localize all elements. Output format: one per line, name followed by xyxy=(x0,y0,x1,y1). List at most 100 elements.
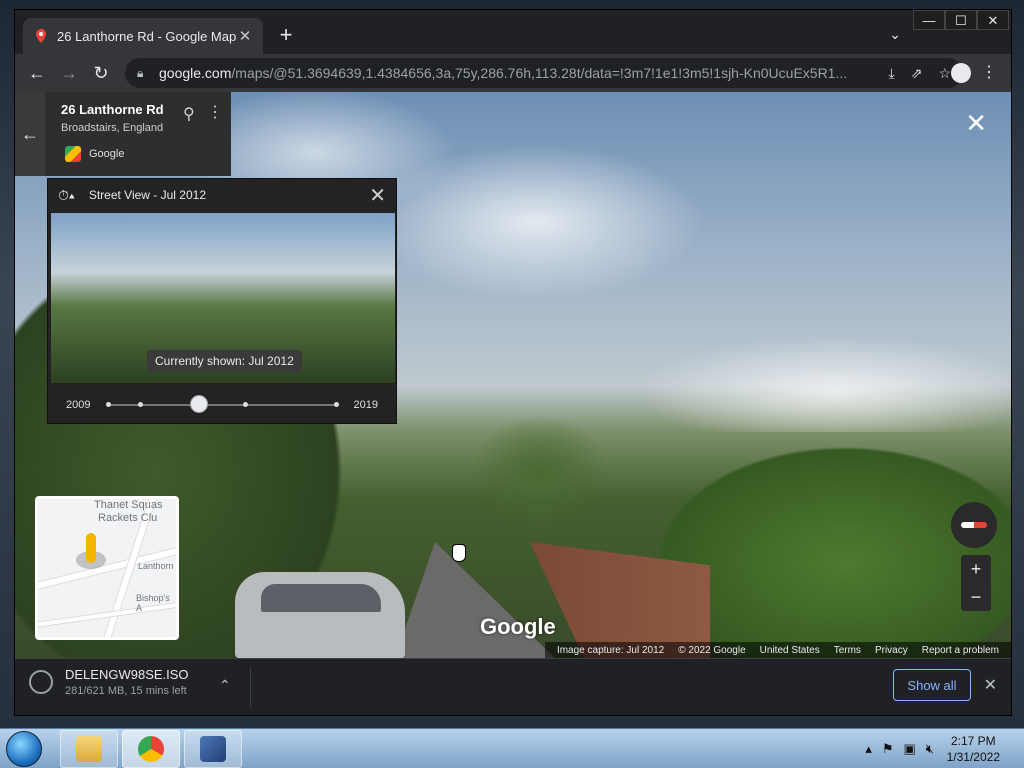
start-button[interactable] xyxy=(6,731,42,767)
region-link[interactable]: United States xyxy=(760,645,820,656)
location-pin-icon[interactable]: ⚲ xyxy=(183,104,195,124)
address-bar[interactable]: 🔒︎ google.com /maps/@51.3694639,1.438465… xyxy=(125,58,963,88)
report-problem-link[interactable]: Report a problem xyxy=(922,645,999,656)
timeline-tick[interactable] xyxy=(106,402,112,407)
volume-muted-icon[interactable]: 🔇︎ xyxy=(926,741,934,757)
window-close-button[interactable]: ✕ xyxy=(977,10,1009,30)
taskbar-virtualbox[interactable] xyxy=(184,730,242,768)
install-icon[interactable]: ⤓ xyxy=(889,65,895,82)
maximize-button[interactable]: ☐ xyxy=(945,10,977,30)
image-capture-date: Image capture: Jul 2012 xyxy=(556,644,665,656)
lock-icon[interactable]: 🔒︎ xyxy=(137,66,149,81)
timeline-slider[interactable]: 2009 2019 xyxy=(48,387,396,423)
action-center-flag-icon[interactable]: ⚑ xyxy=(882,741,894,757)
time-machine-close-icon[interactable]: ✕ xyxy=(369,183,386,208)
tab-search-chevron-icon[interactable]: ⌄ xyxy=(889,26,901,43)
timeline-track[interactable] xyxy=(106,395,339,413)
forward-button[interactable]: → xyxy=(57,61,81,85)
tab-title: 26 Lanthorne Rd - Google Maps xyxy=(57,28,237,44)
share-icon[interactable]: ⇗ xyxy=(911,65,923,82)
image-source-label: Google xyxy=(89,148,125,160)
privacy-link[interactable]: Privacy xyxy=(875,645,908,656)
timeline-tick[interactable] xyxy=(242,402,248,407)
time-machine-header: ⏱▴ Street View - Jul 2012 ✕ xyxy=(48,179,396,211)
network-icon[interactable]: ▣ xyxy=(904,741,916,757)
chrome-icon xyxy=(138,736,164,762)
download-shelf: DELENGW98SE.ISO 281/621 MB, 15 mins left… xyxy=(15,658,1011,715)
url-host: google.com xyxy=(159,65,232,81)
clock-date: 1/31/2022 xyxy=(946,750,1000,764)
download-shelf-close-icon[interactable]: ✕ xyxy=(984,675,997,695)
map-label: Lanthorn xyxy=(138,561,174,571)
download-options-chevron-icon[interactable]: ⌃ xyxy=(219,677,231,694)
map-label: Rackets Clu xyxy=(98,512,158,524)
taskbar-chrome[interactable] xyxy=(122,730,180,768)
zoom-controls: + − xyxy=(961,555,991,611)
google-maps-favicon-icon xyxy=(36,29,46,43)
divider xyxy=(250,667,251,707)
hand-cursor-icon xyxy=(452,544,466,562)
copyright: © 2022 Google xyxy=(678,644,746,656)
terms-link[interactable]: Terms xyxy=(834,645,861,656)
zoom-out-button[interactable]: − xyxy=(971,587,982,608)
time-machine-title: Street View - Jul 2012 xyxy=(88,188,206,202)
road xyxy=(395,542,555,658)
back-button[interactable]: ← xyxy=(25,61,49,85)
google-maps-logo-icon xyxy=(65,146,81,162)
car-window xyxy=(261,584,381,612)
url-path: /maps/@51.3694639,1.4384656,3a,75y,286.7… xyxy=(231,65,848,81)
minimize-button[interactable]: — xyxy=(913,10,945,30)
taskbar-clock[interactable]: 2:17 PM 1/31/2022 xyxy=(947,733,1000,765)
zoom-in-button[interactable]: + xyxy=(971,559,982,580)
tab-close-icon[interactable]: ✕ xyxy=(237,27,253,45)
download-item[interactable]: DELENGW98SE.ISO 281/621 MB, 15 mins left xyxy=(29,667,189,697)
street-view-canvas[interactable]: ← 26 Lanthorne Rd Broadstairs, England ⚲… xyxy=(15,92,1011,658)
show-all-button[interactable]: Show all xyxy=(893,669,971,701)
folder-icon xyxy=(76,736,102,762)
taskbar-explorer[interactable] xyxy=(60,730,118,768)
street-view-close-icon[interactable]: ✕ xyxy=(965,110,987,136)
virtualbox-icon xyxy=(200,736,226,762)
tab-strip: 26 Lanthorne Rd - Google Maps ✕ + ⌄ — ☐ … xyxy=(15,10,1011,54)
more-options-icon[interactable]: ⋮ xyxy=(207,102,223,122)
system-tray: ▴ ⚑ ▣ 🔇︎ xyxy=(865,741,934,757)
google-watermark: Google xyxy=(480,614,556,639)
timeline-tick[interactable] xyxy=(138,402,144,407)
timeline-start-year: 2009 xyxy=(66,399,91,411)
place-title: 26 Lanthorne Rd xyxy=(61,102,164,117)
history-clock-icon[interactable]: ⏱▴ xyxy=(58,187,75,204)
parked-car xyxy=(235,572,405,658)
pegman-icon[interactable] xyxy=(86,533,96,563)
compass-needle xyxy=(961,522,987,528)
download-filename: DELENGW98SE.ISO xyxy=(65,667,189,682)
profile-avatar-icon[interactable] xyxy=(951,63,971,83)
bookmark-star-icon[interactable]: ☆ xyxy=(938,65,951,82)
place-info-card: ← 26 Lanthorne Rd Broadstairs, England ⚲… xyxy=(15,92,231,176)
browser-window: 26 Lanthorne Rd - Google Maps ✕ + ⌄ — ☐ … xyxy=(14,9,1012,716)
map-label: Bishop's A xyxy=(136,593,170,613)
timeline-handle[interactable] xyxy=(190,395,209,413)
back-arrow-icon[interactable]: ← xyxy=(15,92,45,176)
map-footer: Image capture: Jul 2012 © 2022 Google Un… xyxy=(544,642,1011,658)
new-tab-button[interactable]: + xyxy=(275,24,297,46)
currently-shown-tooltip: Currently shown: Jul 2012 xyxy=(147,350,302,372)
timeline-end-year: 2019 xyxy=(353,399,378,411)
browser-menu-icon[interactable]: ⋮ xyxy=(981,62,997,82)
tray-expand-icon[interactable]: ▴ xyxy=(865,741,872,757)
trees-center xyxy=(445,392,635,552)
historical-thumbnail[interactable]: Currently shown: Jul 2012 xyxy=(51,213,395,383)
mini-map[interactable]: Thanet Squas Rackets Clu Lanthorn Bishop… xyxy=(35,496,179,640)
time-machine-panel: ⏱▴ Street View - Jul 2012 ✕ Currently sh… xyxy=(47,178,397,424)
taskbar: ▴ ⚑ ▣ 🔇︎ 2:17 PM 1/31/2022 xyxy=(0,728,1024,768)
clock-time: 2:17 PM xyxy=(950,734,996,748)
timeline-tick[interactable] xyxy=(333,402,339,407)
download-status: 281/621 MB, 15 mins left xyxy=(65,685,187,697)
download-progress-icon xyxy=(29,670,53,694)
browser-toolbar: ← → ↻ 🔒︎ google.com /maps/@51.3694639,1.… xyxy=(15,54,1011,92)
omnibox-actions: ⤓ ⇗ ☆ xyxy=(889,65,952,82)
place-subtitle: Broadstairs, England xyxy=(61,122,164,134)
image-source: Google xyxy=(65,146,124,162)
reload-button[interactable]: ↻ xyxy=(89,61,113,85)
compass-icon[interactable] xyxy=(951,502,997,548)
tab-google-maps[interactable]: 26 Lanthorne Rd - Google Maps ✕ xyxy=(23,18,263,54)
